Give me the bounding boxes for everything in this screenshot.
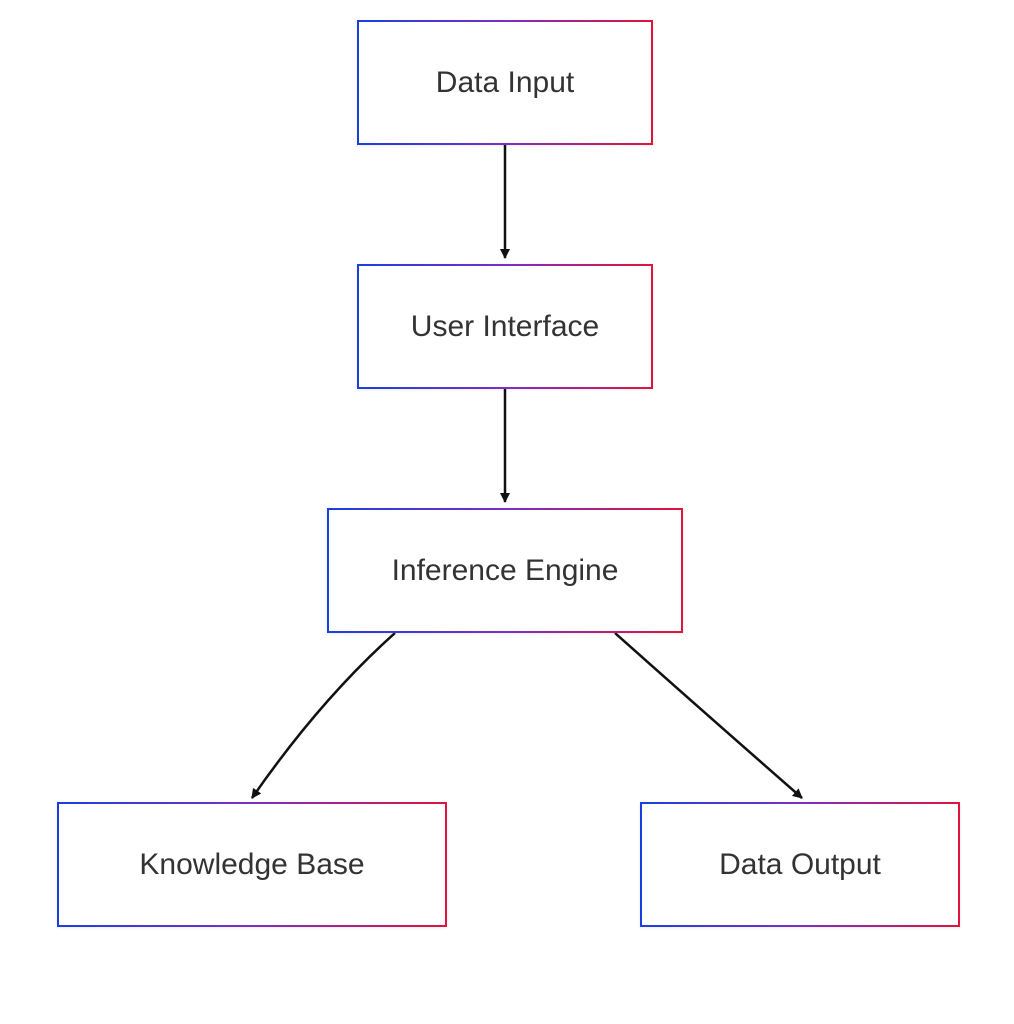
node-data-output: Data Output [640, 802, 960, 927]
node-label: Data Output [719, 848, 881, 882]
edge-inference-engine-to-knowledge-base [252, 633, 395, 798]
node-data-input: Data Input [357, 20, 653, 145]
node-label: User Interface [411, 310, 599, 344]
node-knowledge-base: Knowledge Base [57, 802, 447, 927]
node-label: Knowledge Base [139, 848, 364, 882]
node-user-interface: User Interface [357, 264, 653, 389]
node-inference-engine: Inference Engine [327, 508, 683, 633]
diagram-canvas: Data Input User Interface Inference Engi… [0, 0, 1014, 1024]
edge-inference-engine-to-data-output [615, 633, 802, 798]
node-label: Data Input [436, 66, 574, 100]
node-label: Inference Engine [392, 554, 619, 588]
